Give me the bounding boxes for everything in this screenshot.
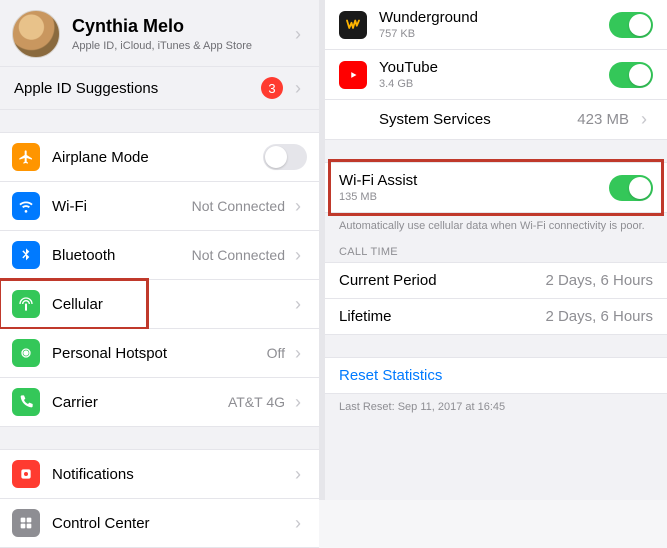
controlcenter-row[interactable]: Control Center › xyxy=(0,499,319,548)
app-size: 757 KB xyxy=(379,28,609,40)
apple-id-suggestions-row[interactable]: Apple ID Suggestions 3 › xyxy=(0,66,319,110)
airplane-toggle[interactable] xyxy=(263,144,307,170)
app-name: YouTube xyxy=(379,59,609,76)
notifications-icon xyxy=(12,460,40,488)
chevron-right-icon: › xyxy=(289,343,307,364)
wifi-icon xyxy=(12,192,40,220)
calltime-header: CALL TIME xyxy=(325,240,667,262)
hotspot-label: Personal Hotspot xyxy=(52,345,267,362)
cellular-label: Cellular xyxy=(52,296,289,313)
airplane-icon xyxy=(12,143,40,171)
phone-icon xyxy=(12,388,40,416)
chevron-right-icon: › xyxy=(289,294,307,315)
wifi-assist-row[interactable]: Wi-Fi Assist 135 MB xyxy=(325,162,667,213)
controlcenter-icon xyxy=(12,509,40,537)
wifi-assist-toggle[interactable] xyxy=(609,175,653,201)
suggestions-label: Apple ID Suggestions xyxy=(14,80,261,97)
notifications-row[interactable]: Notifications › xyxy=(0,449,319,499)
airplane-label: Airplane Mode xyxy=(52,149,263,166)
chevron-right-icon: › xyxy=(289,78,307,99)
suggestions-badge: 3 xyxy=(261,77,283,99)
wifi-row[interactable]: Wi-Fi Not Connected › xyxy=(0,182,319,231)
app-name: Wunderground xyxy=(379,9,609,26)
controlcenter-label: Control Center xyxy=(52,515,289,532)
system-services-size: 423 MB xyxy=(577,111,629,128)
app-youtube-row[interactable]: YouTube 3.4 GB xyxy=(325,50,667,100)
chevron-right-icon: › xyxy=(289,24,307,45)
last-reset-note: Last Reset: Sep 11, 2017 at 16:45 xyxy=(325,394,667,421)
chevron-right-icon: › xyxy=(289,245,307,266)
wunderground-icon xyxy=(339,11,367,39)
avatar xyxy=(12,10,60,58)
notifications-label: Notifications xyxy=(52,466,289,483)
hotspot-row[interactable]: Personal Hotspot Off › xyxy=(0,329,319,378)
chevron-right-icon: › xyxy=(289,392,307,413)
reset-statistics-row[interactable]: Reset Statistics xyxy=(325,357,667,394)
current-period-value: 2 Days, 6 Hours xyxy=(545,272,653,289)
profile-row[interactable]: Cynthia Melo Apple ID, iCloud, iTunes & … xyxy=(0,0,319,66)
current-period-label: Current Period xyxy=(339,272,545,289)
chevron-right-icon: › xyxy=(289,464,307,485)
reset-statistics-label: Reset Statistics xyxy=(339,367,442,384)
bluetooth-row[interactable]: Bluetooth Not Connected › xyxy=(0,231,319,280)
carrier-label: Carrier xyxy=(52,394,228,411)
app-toggle[interactable] xyxy=(609,62,653,88)
app-wunderground-row[interactable]: Wunderground 757 KB xyxy=(325,0,667,50)
app-size: 3.4 GB xyxy=(379,78,609,90)
profile-name: Cynthia Melo xyxy=(72,16,289,37)
profile-sub: Apple ID, iCloud, iTunes & App Store xyxy=(72,40,289,52)
wifi-assist-size: 135 MB xyxy=(339,191,609,203)
lifetime-value: 2 Days, 6 Hours xyxy=(545,308,653,325)
hotspot-icon xyxy=(12,339,40,367)
chevron-right-icon: › xyxy=(289,196,307,217)
carrier-row[interactable]: Carrier AT&T 4G › xyxy=(0,378,319,427)
system-services-row[interactable]: System Services 423 MB › xyxy=(325,100,667,140)
youtube-icon xyxy=(339,61,367,89)
lifetime-label: Lifetime xyxy=(339,308,545,325)
bluetooth-icon xyxy=(12,241,40,269)
carrier-value: AT&T 4G xyxy=(228,394,285,410)
airplane-mode-row[interactable]: Airplane Mode xyxy=(0,132,319,182)
hotspot-value: Off xyxy=(267,345,285,361)
cellular-icon xyxy=(12,290,40,318)
bluetooth-label: Bluetooth xyxy=(52,247,192,264)
cellular-row[interactable]: Cellular › xyxy=(0,280,319,329)
wifi-assist-label: Wi-Fi Assist xyxy=(339,172,609,189)
wifi-value: Not Connected xyxy=(192,198,285,214)
system-services-label: System Services xyxy=(379,111,577,128)
chevron-right-icon: › xyxy=(289,513,307,534)
wifi-label: Wi-Fi xyxy=(52,198,192,215)
lifetime-row: Lifetime 2 Days, 6 Hours xyxy=(325,299,667,335)
app-toggle[interactable] xyxy=(609,12,653,38)
current-period-row: Current Period 2 Days, 6 Hours xyxy=(325,262,667,299)
bluetooth-value: Not Connected xyxy=(192,247,285,263)
wifi-assist-desc: Automatically use cellular data when Wi-… xyxy=(325,213,667,240)
chevron-right-icon: › xyxy=(635,109,653,130)
